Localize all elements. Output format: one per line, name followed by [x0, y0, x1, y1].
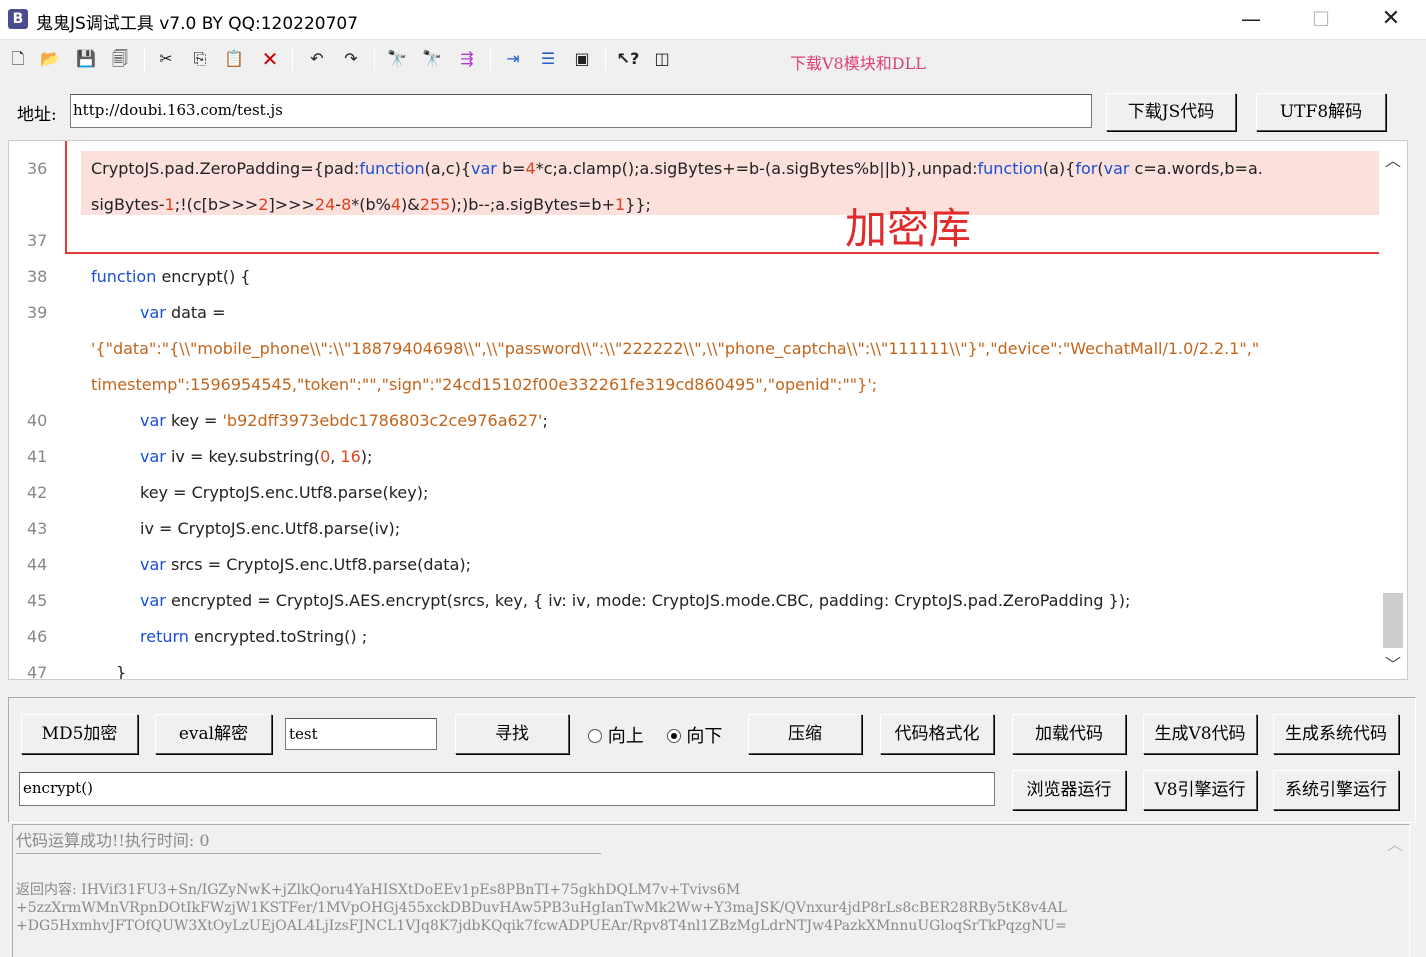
line-number: 38 — [27, 267, 48, 286]
download-v8-link[interactable]: 下载V8模块和DLL — [790, 50, 926, 74]
eval-decode-button[interactable]: eval解密 — [155, 714, 272, 754]
code-line: '{"data":"{\\"mobile_phone\\":\\"1887940… — [91, 339, 1260, 358]
panel-icon[interactable]: ◫ — [650, 48, 674, 70]
generate-system-button[interactable]: 生成系统代码 — [1273, 714, 1399, 754]
radio-down[interactable] — [666, 729, 681, 743]
app-logo-icon: B — [8, 9, 28, 29]
line-number: 44 — [27, 555, 48, 574]
output-divider — [16, 853, 601, 854]
address-input[interactable]: http://doubi.163.com/test.js — [70, 94, 1092, 128]
delete-icon[interactable]: ✕ — [258, 48, 282, 70]
search-input[interactable]: test — [285, 718, 437, 750]
format-button[interactable]: 代码格式化 — [880, 714, 994, 754]
radio-up-label[interactable]: 向上 — [608, 726, 644, 747]
line-number: 39 — [27, 303, 48, 322]
browser-run-button[interactable]: 浏览器运行 — [1012, 770, 1126, 810]
line-number: 46 — [27, 627, 48, 646]
system-run-button[interactable]: 系统引擎运行 — [1273, 770, 1399, 810]
toolbar-separator — [292, 47, 293, 71]
line-number: 43 — [27, 519, 48, 538]
find-button[interactable]: 寻找 — [455, 714, 569, 754]
paste-icon[interactable]: 📋 — [222, 48, 246, 70]
search-direction: 向上 向下 — [588, 722, 722, 748]
code-line: sigBytes-1;!(c[b>>>2]>>>24-8*(b%4)&255);… — [91, 195, 651, 214]
toolbar: 🗋 📂 💾 🗐 ✂ ⎘ 📋 ✕ ↶ ↷ 🔭 🔭 ⇶ ⇥ ☰ ▣ ↖? ◫ 下载V… — [0, 41, 1426, 77]
maximize-button[interactable]: ☐ — [1286, 0, 1356, 40]
toolbar-separator — [144, 47, 145, 71]
code-line: key = CryptoJS.enc.Utf8.parse(key); — [140, 483, 429, 502]
code-line: var iv = key.substring(0, 16); — [140, 447, 373, 466]
code-line: } — [116, 663, 127, 680]
find-next-icon[interactable]: 🔭 — [420, 48, 444, 70]
replace-icon[interactable]: ⇶ — [455, 48, 479, 70]
cut-icon[interactable]: ✂ — [154, 48, 178, 70]
v8-run-button[interactable]: V8引擎运行 — [1143, 770, 1257, 810]
line-number: 36 — [27, 159, 48, 178]
address-label: 地址: — [17, 105, 57, 125]
highlight-label: 加密库 — [845, 204, 972, 253]
code-line: var encrypted = CryptoJS.AES.encrypt(src… — [140, 591, 1131, 610]
redo-icon[interactable]: ↷ — [339, 48, 363, 70]
line-number: 40 — [27, 411, 48, 430]
save-all-icon[interactable]: 🗐 — [108, 48, 132, 70]
help-icon[interactable]: ↖? — [616, 48, 640, 70]
code-line: var srcs = CryptoJS.enc.Utf8.parse(data)… — [140, 555, 471, 574]
output-status: 代码运算成功!!执行时间: 0 — [16, 831, 210, 850]
title-bar: B 鬼鬼JS调试工具 v7.0 BY QQ:120220707 — ☐ ✕ — [0, 0, 1426, 40]
radio-down-label[interactable]: 向下 — [686, 726, 722, 747]
generate-v8-button[interactable]: 生成V8代码 — [1143, 714, 1257, 754]
md5-button[interactable]: MD5加密 — [21, 714, 138, 754]
editor-scrollbar[interactable]: ︿ ﹀ — [1379, 141, 1407, 679]
output-panel[interactable]: 代码运算成功!!执行时间: 0 返回内容: IHVif31FU3+Sn/IGZy… — [12, 824, 1410, 957]
load-code-button[interactable]: 加载代码 — [1012, 714, 1126, 754]
output-scrollbar[interactable]: ︿ — [1379, 825, 1409, 957]
line-number: 47 — [27, 663, 48, 680]
open-folder-icon[interactable]: 📂 — [38, 48, 62, 70]
minimize-button[interactable]: — — [1216, 0, 1286, 40]
compress-button[interactable]: 压缩 — [748, 714, 862, 754]
toolbar-separator — [605, 47, 606, 71]
numbered-list-icon[interactable]: ☰ — [536, 48, 560, 70]
utf8-decode-button[interactable]: UTF8解码 — [1256, 93, 1386, 131]
close-button[interactable]: ✕ — [1356, 0, 1426, 40]
undo-icon[interactable]: ↶ — [305, 48, 329, 70]
code-line: var data = — [140, 303, 226, 322]
code-editor[interactable]: 36 CryptoJS.pad.ZeroPadding={pad:functio… — [8, 140, 1408, 680]
window-icon[interactable]: ▣ — [570, 48, 594, 70]
line-number: 37 — [27, 231, 48, 250]
code-line: function encrypt() { — [91, 267, 251, 286]
code-line: return encrypted.toString() ; — [140, 627, 368, 646]
radio-up[interactable] — [588, 729, 602, 743]
indent-icon[interactable]: ⇥ — [501, 48, 525, 70]
function-input[interactable]: encrypt() — [19, 772, 995, 806]
find-icon[interactable]: 🔭 — [385, 48, 409, 70]
line-number: 42 — [27, 483, 48, 502]
window-title: 鬼鬼JS调试工具 v7.0 BY QQ:120220707 — [36, 14, 359, 34]
code-line: timestemp":1596954545,"token":"","sign":… — [91, 375, 878, 394]
scroll-up-icon[interactable]: ︿ — [1387, 831, 1403, 855]
code-line: iv = CryptoJS.enc.Utf8.parse(iv); — [140, 519, 401, 538]
copy-icon[interactable]: ⎘ — [188, 48, 212, 70]
output-result: 返回内容: IHVif31FU3+Sn/IGZyNwK+jZlkQoru4YaH… — [16, 882, 1067, 934]
toolbar-separator — [374, 47, 375, 71]
code-line: CryptoJS.pad.ZeroPadding={pad:function(a… — [91, 159, 1263, 178]
save-icon[interactable]: 💾 — [74, 48, 98, 70]
toolbar-separator — [490, 47, 491, 71]
line-number: 41 — [27, 447, 48, 466]
scroll-down-icon[interactable]: ﹀ — [1385, 651, 1401, 675]
new-file-icon[interactable]: 🗋 — [6, 48, 30, 70]
code-line: var key = 'b92dff3973ebdc1786803c2ce976a… — [140, 411, 548, 430]
scroll-thumb[interactable] — [1383, 593, 1403, 648]
line-number: 45 — [27, 591, 48, 610]
scroll-up-icon[interactable]: ︿ — [1385, 147, 1401, 171]
download-js-button[interactable]: 下载JS代码 — [1106, 93, 1236, 131]
